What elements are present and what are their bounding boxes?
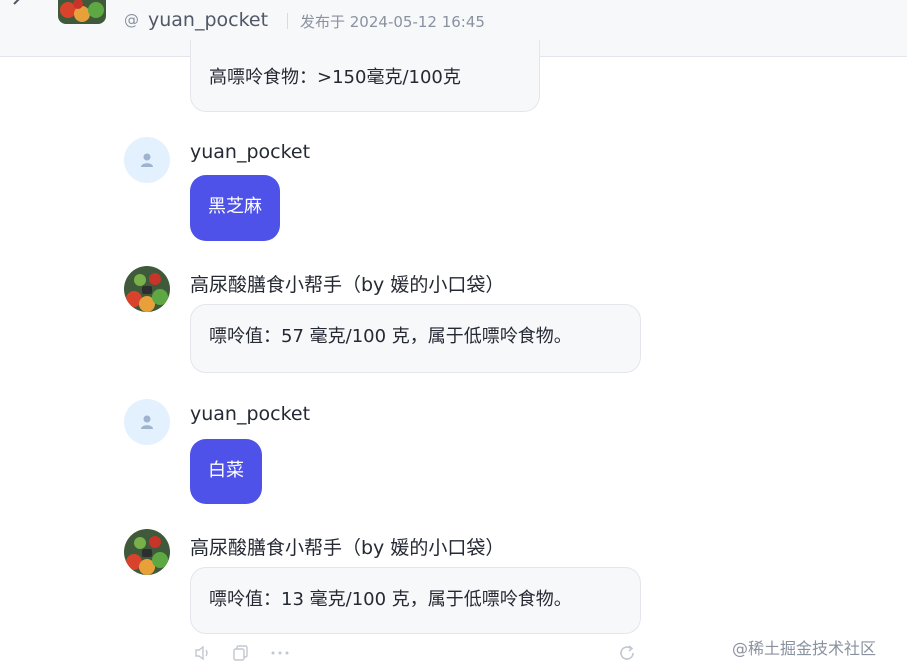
bot-avatar-icon [58, 0, 106, 24]
chat-page: @ yuan_pocket 发布于 2024-05-12 16:45 高嘌呤食物… [0, 0, 907, 663]
bot-message-bubble: 高嘌呤食物：>150毫克/100克 [190, 40, 540, 112]
user-avatar-icon [124, 137, 170, 183]
back-icon[interactable] [6, 0, 26, 14]
bot-message-text: 嘌呤值：57 毫克/100 克，属于低嘌呤食物。 [209, 326, 572, 347]
user-message-text: 白菜 [208, 460, 244, 481]
header-username[interactable]: yuan_pocket [148, 9, 268, 31]
user-avatar-icon [124, 399, 170, 445]
user-name: yuan_pocket [190, 403, 311, 425]
bot-message-text: 高嘌呤食物：>150毫克/100克 [209, 67, 461, 88]
user-name: yuan_pocket [190, 141, 311, 163]
user-message-bubble: 白菜 [190, 439, 262, 504]
more-icon[interactable] [270, 650, 290, 656]
bot-message-bubble: 嘌呤值：57 毫克/100 克，属于低嘌呤食物。 [190, 304, 641, 373]
publish-date: 发布于 2024-05-12 16:45 [300, 13, 485, 31]
at-icon: @ [124, 11, 139, 29]
bot-name: 高尿酸膳食小帮手（by 媛的小口袋） [190, 274, 505, 296]
user-message-bubble: 黑芝麻 [190, 175, 280, 241]
refresh-icon[interactable] [618, 644, 636, 662]
bot-name: 高尿酸膳食小帮手（by 媛的小口袋） [190, 537, 505, 559]
user-message-text: 黑芝麻 [208, 196, 262, 217]
copy-icon[interactable] [232, 644, 250, 662]
message-actions [190, 642, 640, 663]
bot-avatar-icon [124, 266, 170, 312]
speaker-icon[interactable] [194, 644, 212, 662]
header-divider [287, 13, 288, 29]
bot-avatar-icon [124, 529, 170, 575]
bot-message-bubble: 嘌呤值：13 毫克/100 克，属于低嘌呤食物。 [190, 567, 641, 634]
bot-message-text: 嘌呤值：13 毫克/100 克，属于低嘌呤食物。 [209, 589, 572, 610]
watermark: @稀土掘金技术社区 [732, 639, 877, 658]
